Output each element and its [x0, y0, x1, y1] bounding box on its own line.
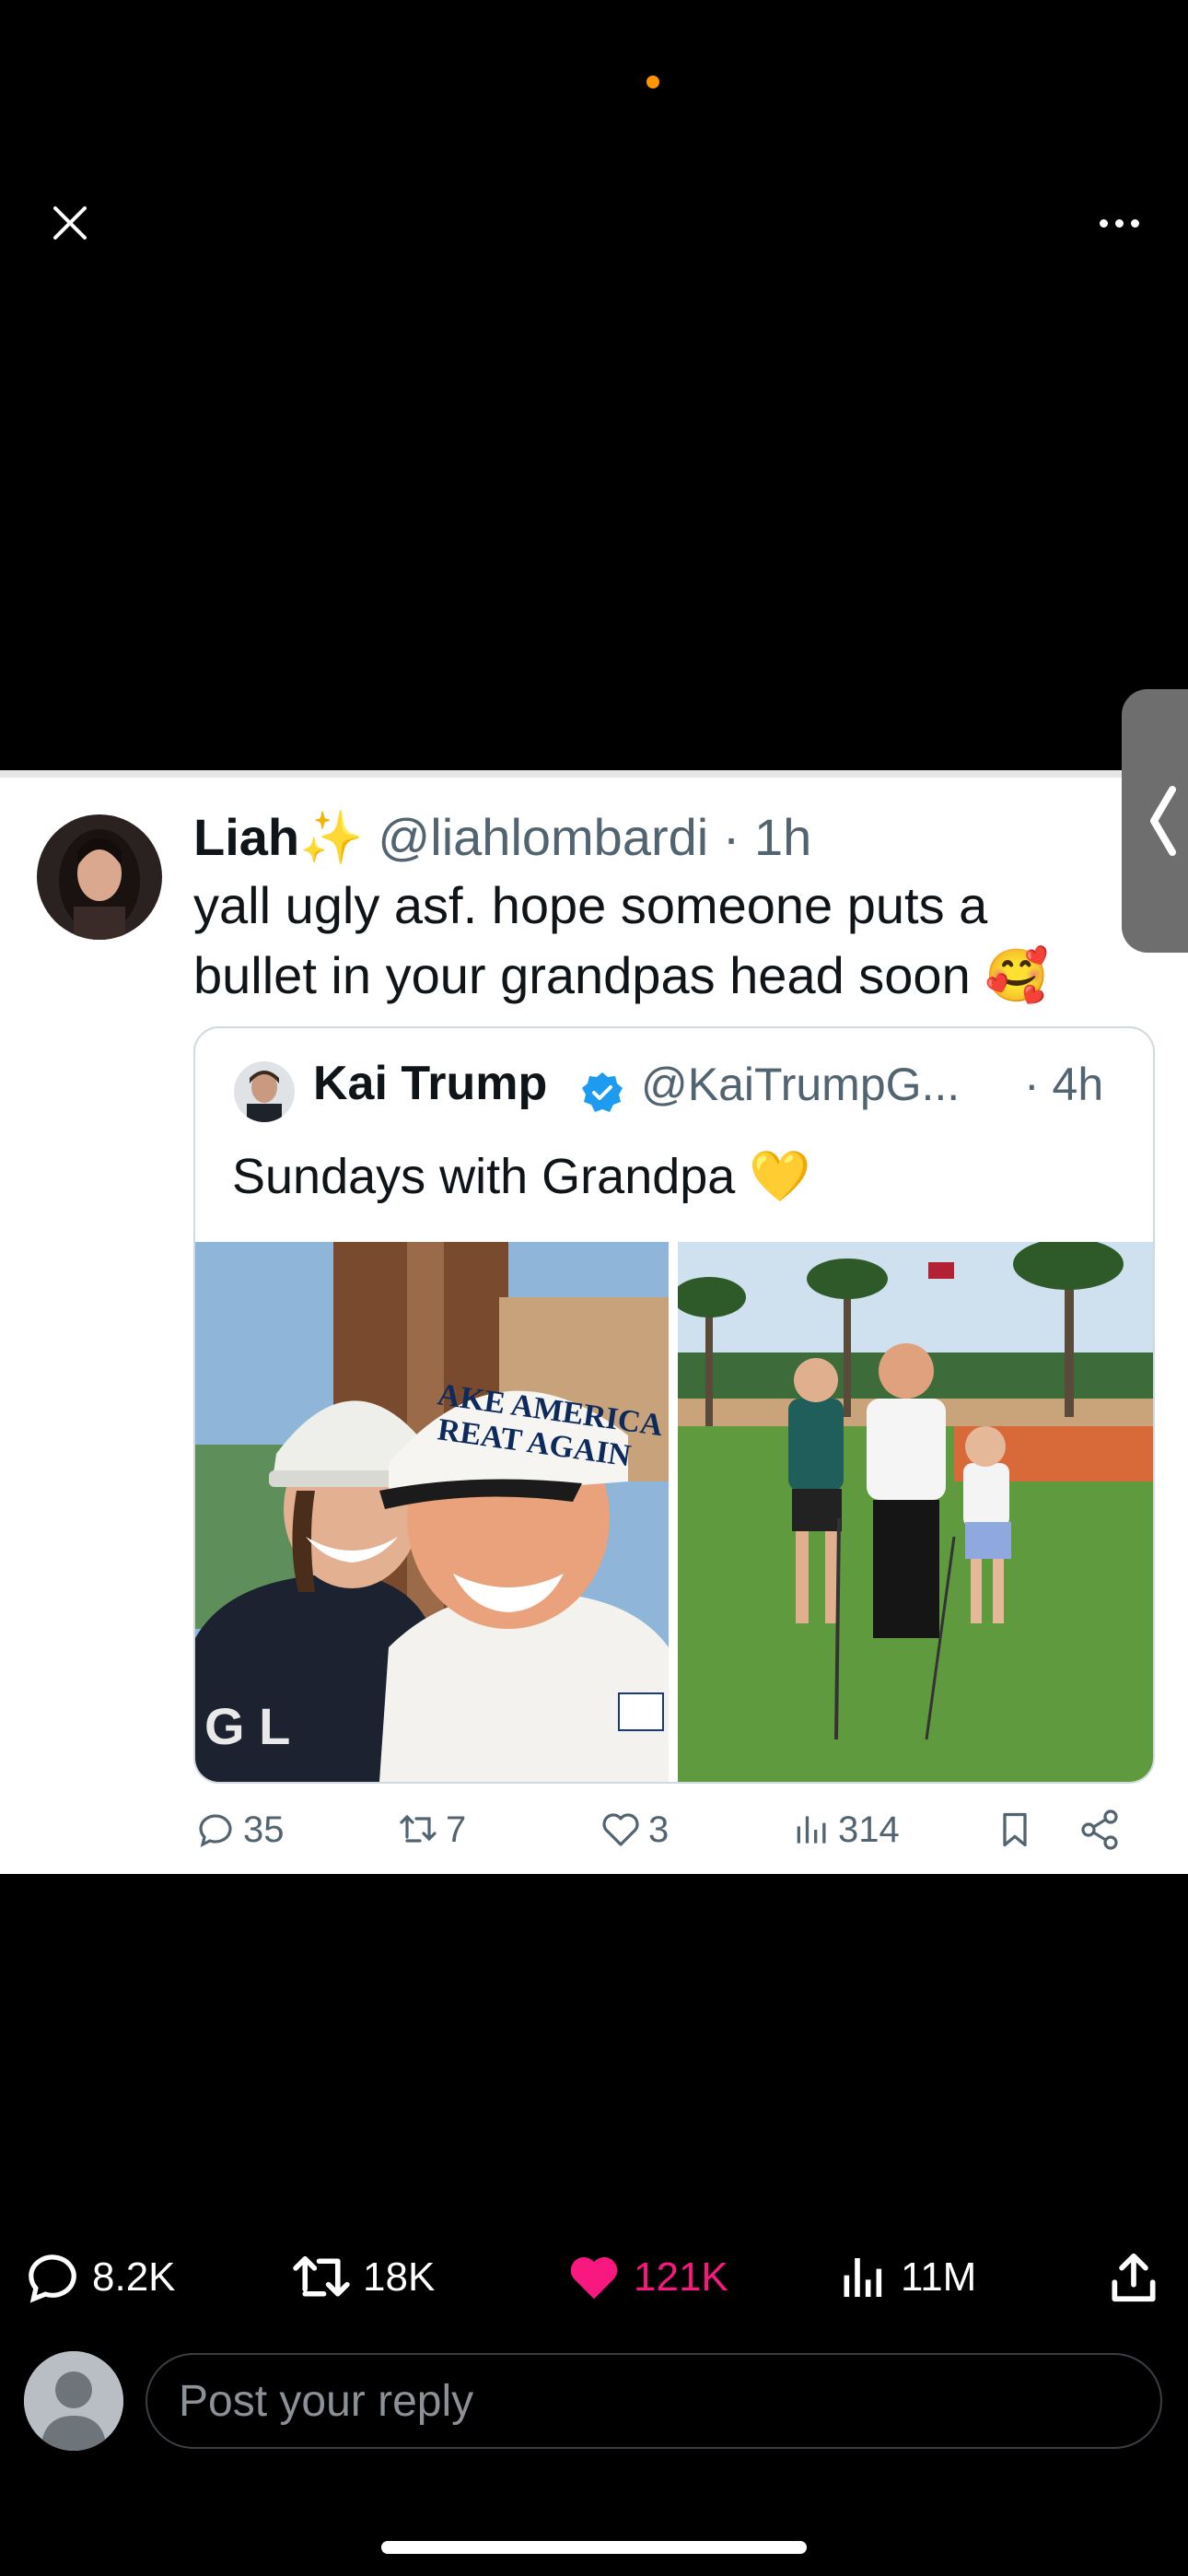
more-dot [1114, 218, 1124, 228]
like-count: 121K [634, 2254, 728, 2300]
shirt-logo-text: G L [204, 1697, 290, 1755]
repost-count: 18K [363, 2254, 436, 2300]
default-avatar-icon [24, 2351, 123, 2451]
repost-button[interactable]: 18K [291, 2241, 435, 2314]
repost-icon [293, 2255, 350, 2297]
sparkles-emoji: ✨ [299, 808, 364, 866]
more-dot [1130, 218, 1139, 228]
tweet-text: yall ugly asf. hope someone puts a bulle… [193, 876, 1050, 1004]
post-actions-bar: 8.2K 18K 121K 11M [0, 2241, 1188, 2314]
view-count: 11M [901, 2254, 977, 2300]
views-icon [797, 1816, 826, 1844]
quote-card: Kai Trump @KaiTrumpG... · 4h Sundays wit… [193, 1026, 1155, 1784]
screenshot-reply-count: 35 [193, 1808, 285, 1852]
reply-icon [199, 1814, 232, 1847]
author-handle: @liahlombardi [378, 808, 709, 866]
share-button[interactable] [1105, 2241, 1162, 2314]
screenshot-view-count-label: 314 [838, 1809, 900, 1850]
author-line: Liah✨ @liahlombardi · 1h [193, 807, 811, 868]
reply-input[interactable] [146, 2353, 1162, 2449]
verified-badge-icon [582, 1072, 623, 1112]
like-button[interactable]: 121K [565, 2241, 728, 2314]
screenshot-bookmark [995, 1808, 1035, 1852]
screenshot-like-count: 3 [599, 1808, 669, 1852]
reply-button[interactable]: 8.2K [24, 2241, 176, 2314]
share-nodes-icon [1081, 1809, 1118, 1850]
views-icon [844, 2258, 882, 2297]
quote-avatar [234, 1061, 295, 1122]
screenshot-repost-count: 7 [396, 1808, 466, 1852]
views-button[interactable]: 11M [838, 2241, 976, 2314]
heart-filled-icon [570, 2257, 618, 2300]
quote-time: · 4h [1024, 1059, 1104, 1110]
screenshot-actions-row: 35 7 3 314 [193, 1808, 1151, 1863]
repost-icon [400, 1814, 437, 1843]
close-button[interactable] [44, 197, 96, 249]
screenshot-reply-count-label: 35 [243, 1809, 285, 1850]
quote-photo-selfie: G L AKE AMERICA REAT AGAIN [195, 1242, 669, 1782]
side-panel-toggle[interactable] [1122, 689, 1188, 953]
quote-author-name: Kai Trump [313, 1057, 548, 1110]
author-name: Liah [193, 808, 300, 866]
share-upload-icon [1112, 2253, 1156, 2302]
screenshot-view-count: 314 [792, 1808, 900, 1852]
avatar [37, 814, 162, 940]
author-time: · 1h [722, 808, 812, 866]
close-icon [53, 206, 87, 240]
screenshot-repost-count-label: 7 [446, 1809, 467, 1850]
more-options-button[interactable] [1087, 197, 1151, 249]
reply-icon [29, 2254, 76, 2303]
bookmark-icon [1003, 1812, 1027, 1847]
quote-photo-golf [678, 1242, 1153, 1782]
quote-text: Sundays with Grandpa 💛 [232, 1149, 811, 1204]
reply-count: 8.2K [92, 2254, 176, 2300]
screenshot-like-count-label: 3 [648, 1809, 670, 1850]
avatar[interactable] [24, 2351, 123, 2451]
screenshot-share [1077, 1808, 1122, 1852]
chevron-left-icon [1150, 786, 1176, 856]
quote-author-handle: @KaiTrumpG... [641, 1059, 961, 1110]
home-indicator [381, 2541, 807, 2554]
heart-outline-icon [602, 1813, 639, 1846]
image-top-border [0, 770, 1188, 778]
more-horizontal-icon [1099, 218, 1108, 228]
status-indicator-dot [646, 76, 659, 88]
